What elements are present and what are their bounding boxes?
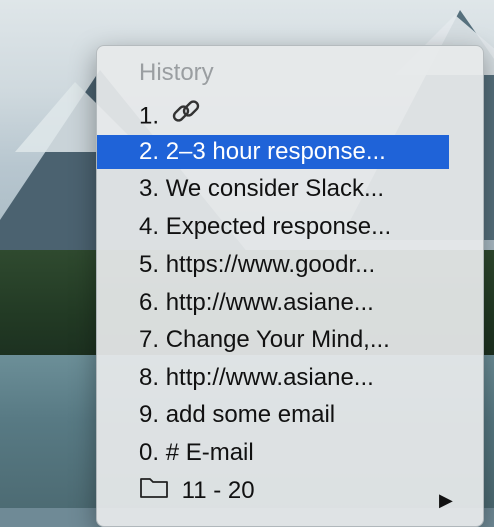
history-item-9[interactable]: 9. add some email — [97, 398, 449, 432]
submenu-arrow-icon: ▶ — [439, 490, 453, 510]
item-number: 6. — [139, 289, 160, 316]
history-context-menu: History 1. 2. 2–3 hour response... 3. We… — [96, 45, 484, 527]
item-number: 1. — [139, 102, 160, 130]
item-text: We consider Slack... — [165, 175, 384, 202]
link-icon — [170, 97, 202, 131]
history-item-1[interactable]: 1. — [97, 97, 449, 131]
submenu-label: 11 - 20 — [181, 477, 255, 504]
history-item-2[interactable]: 2. 2–3 hour response... — [97, 135, 449, 169]
item-text: http://www.asiane... — [165, 364, 374, 391]
history-item-6[interactable]: 6. http://www.asiane... — [97, 286, 449, 320]
item-text: # E-mail — [165, 439, 254, 466]
item-text: Expected response... — [165, 213, 392, 240]
folder-icon — [139, 475, 169, 508]
history-item-0[interactable]: 0. # E-mail — [97, 436, 449, 470]
item-text: https://www.goodr... — [165, 251, 376, 278]
item-text: Change Your Mind,... — [165, 326, 390, 353]
item-number: 0. — [139, 439, 160, 466]
item-text: add some email — [165, 401, 336, 428]
item-number: 8. — [139, 364, 160, 391]
item-number: 3. — [139, 175, 160, 202]
history-item-3[interactable]: 3. We consider Slack... — [97, 172, 449, 206]
history-item-8[interactable]: 8. http://www.asiane... — [97, 361, 449, 395]
submenu-11-20[interactable]: 11 - 20 — [97, 474, 449, 508]
item-number: 5. — [139, 251, 160, 278]
item-text: http://www.asiane... — [165, 289, 374, 316]
history-item-5[interactable]: 5. https://www.goodr... — [97, 248, 449, 282]
item-number: 4. — [139, 213, 160, 240]
item-number: 7. — [139, 326, 160, 353]
history-item-7[interactable]: 7. Change Your Mind,... — [97, 323, 449, 357]
history-item-4[interactable]: 4. Expected response... — [97, 210, 449, 244]
item-text: 2–3 hour response... — [165, 138, 386, 165]
menu-header: History — [139, 59, 214, 86]
item-number: 9. — [139, 401, 160, 428]
item-number: 2. — [139, 138, 160, 165]
